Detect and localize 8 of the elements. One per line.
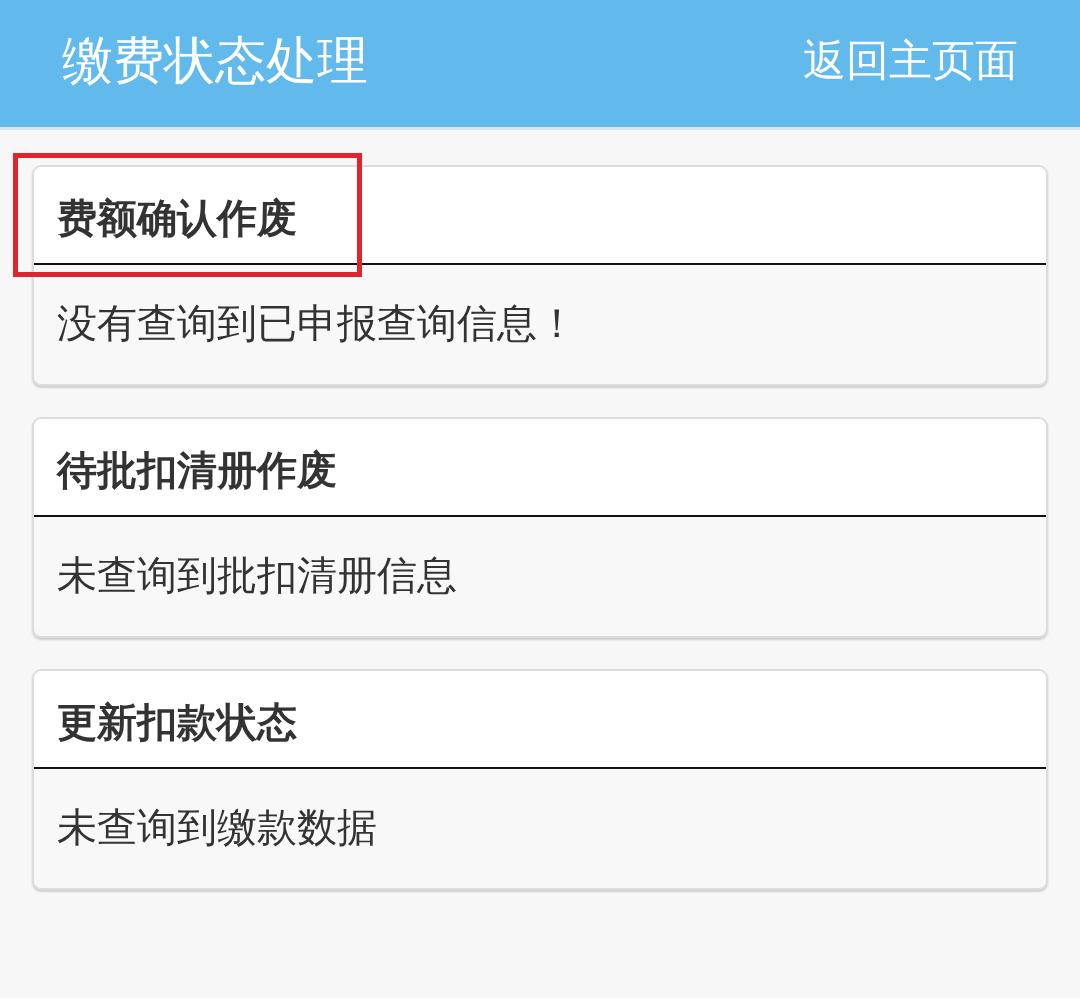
card-title: 待批扣清册作废 xyxy=(57,446,337,494)
card-message: 未查询到缴款数据 xyxy=(57,802,377,851)
card-message: 未查询到批扣清册信息 xyxy=(57,550,457,599)
back-to-home-link[interactable]: 返回主页面 xyxy=(803,33,1018,86)
page-title: 缴费状态处理 xyxy=(62,30,368,91)
card-title: 更新扣款状态 xyxy=(57,698,297,746)
card-title: 费额确认作废 xyxy=(57,194,297,242)
card-message: 没有查询到已申报查询信息！ xyxy=(57,298,577,347)
